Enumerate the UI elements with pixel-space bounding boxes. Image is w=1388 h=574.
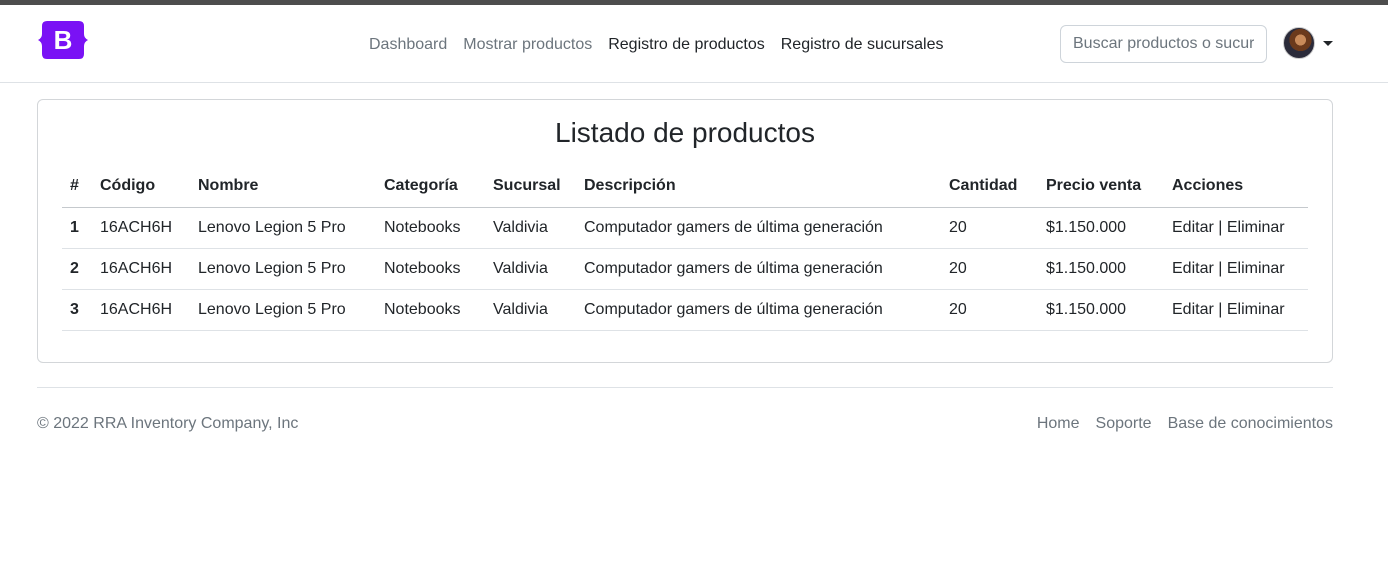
cell-acciones: Editar | Eliminar <box>1172 248 1308 290</box>
cell-categoria: Notebooks <box>384 207 493 249</box>
col-header-precio: Precio venta <box>1046 166 1172 208</box>
edit-link[interactable]: Editar <box>1172 219 1214 236</box>
delete-link[interactable]: Eliminar <box>1227 260 1285 277</box>
table-row: 3 16ACH6H Lenovo Legion 5 Pro Notebooks … <box>62 289 1308 331</box>
products-table: # Código Nombre Categoría Sucursal Descr… <box>62 166 1308 331</box>
col-header-index: # <box>62 166 100 208</box>
delete-link[interactable]: Eliminar <box>1227 301 1285 318</box>
brand-letter: B <box>54 25 73 55</box>
footer-divider <box>37 387 1333 388</box>
table-row: 2 16ACH6H Lenovo Legion 5 Pro Notebooks … <box>62 248 1308 290</box>
cell-descripcion: Computador gamers de última generación <box>584 289 949 331</box>
table-header-row: # Código Nombre Categoría Sucursal Descr… <box>62 166 1308 208</box>
cell-index: 3 <box>62 289 100 331</box>
delete-link[interactable]: Eliminar <box>1227 219 1285 236</box>
top-navbar: B Dashboard Mostrar productos Registro d… <box>0 5 1388 83</box>
cell-cantidad: 20 <box>949 207 1046 249</box>
edit-link[interactable]: Editar <box>1172 301 1214 318</box>
cell-sucursal: Valdivia <box>493 289 584 331</box>
cell-nombre: Lenovo Legion 5 Pro <box>198 207 384 249</box>
table-row: 1 16ACH6H Lenovo Legion 5 Pro Notebooks … <box>62 207 1308 249</box>
nav-registro-productos[interactable]: Registro de productos <box>600 32 773 58</box>
action-separator: | <box>1213 218 1227 236</box>
cell-codigo: 16ACH6H <box>100 248 198 290</box>
cell-cantidad: 20 <box>949 248 1046 290</box>
search-input[interactable] <box>1060 25 1267 63</box>
cell-acciones: Editar | Eliminar <box>1172 207 1308 249</box>
action-separator: | <box>1213 300 1227 318</box>
nav-mostrar-productos[interactable]: Mostrar productos <box>455 32 600 58</box>
nav-registro-sucursales[interactable]: Registro de sucursales <box>773 32 952 58</box>
cell-sucursal: Valdivia <box>493 248 584 290</box>
cell-precio: $1.150.000 <box>1046 289 1172 331</box>
col-header-cantidad: Cantidad <box>949 166 1046 208</box>
col-header-sucursal: Sucursal <box>493 166 584 208</box>
cell-acciones: Editar | Eliminar <box>1172 289 1308 331</box>
caret-down-icon <box>1323 40 1333 46</box>
col-header-nombre: Nombre <box>198 166 384 208</box>
cell-categoria: Notebooks <box>384 248 493 290</box>
col-header-categoria: Categoría <box>384 166 493 208</box>
cell-cantidad: 20 <box>949 289 1046 331</box>
col-header-codigo: Código <box>100 166 198 208</box>
col-header-acciones: Acciones <box>1172 166 1308 208</box>
brand-logo[interactable]: B <box>37 21 89 59</box>
footer-copyright: © 2022 RRA Inventory Company, Inc <box>37 415 299 432</box>
cell-precio: $1.150.000 <box>1046 207 1172 249</box>
cell-nombre: Lenovo Legion 5 Pro <box>198 248 384 290</box>
edit-link[interactable]: Editar <box>1172 260 1214 277</box>
cell-codigo: 16ACH6H <box>100 207 198 249</box>
bootstrap-logo-icon: B <box>38 21 88 59</box>
user-menu-dropdown[interactable] <box>1283 27 1333 59</box>
cell-sucursal: Valdivia <box>493 207 584 249</box>
col-header-descripcion: Descripción <box>584 166 949 208</box>
cell-precio: $1.150.000 <box>1046 248 1172 290</box>
cell-descripcion: Computador gamers de última generación <box>584 248 949 290</box>
page-title: Listado de productos <box>555 117 815 148</box>
cell-descripcion: Computador gamers de última generación <box>584 207 949 249</box>
footer-link-home[interactable]: Home <box>1037 415 1080 433</box>
products-card: Listado de productos # Código Nombre Cat… <box>37 99 1333 363</box>
cell-nombre: Lenovo Legion 5 Pro <box>198 289 384 331</box>
action-separator: | <box>1213 259 1227 277</box>
cell-categoria: Notebooks <box>384 289 493 331</box>
footer-nav: Home Soporte Base de conocimientos <box>1037 415 1333 433</box>
footer-link-soporte[interactable]: Soporte <box>1096 415 1152 433</box>
nav-dashboard[interactable]: Dashboard <box>361 32 455 58</box>
cell-index: 2 <box>62 248 100 290</box>
footer-link-base-conocimientos[interactable]: Base de conocimientos <box>1168 415 1333 433</box>
cell-index: 1 <box>62 207 100 249</box>
avatar <box>1283 27 1315 59</box>
cell-codigo: 16ACH6H <box>100 289 198 331</box>
main-nav: Dashboard Mostrar productos Registro de … <box>361 32 952 58</box>
